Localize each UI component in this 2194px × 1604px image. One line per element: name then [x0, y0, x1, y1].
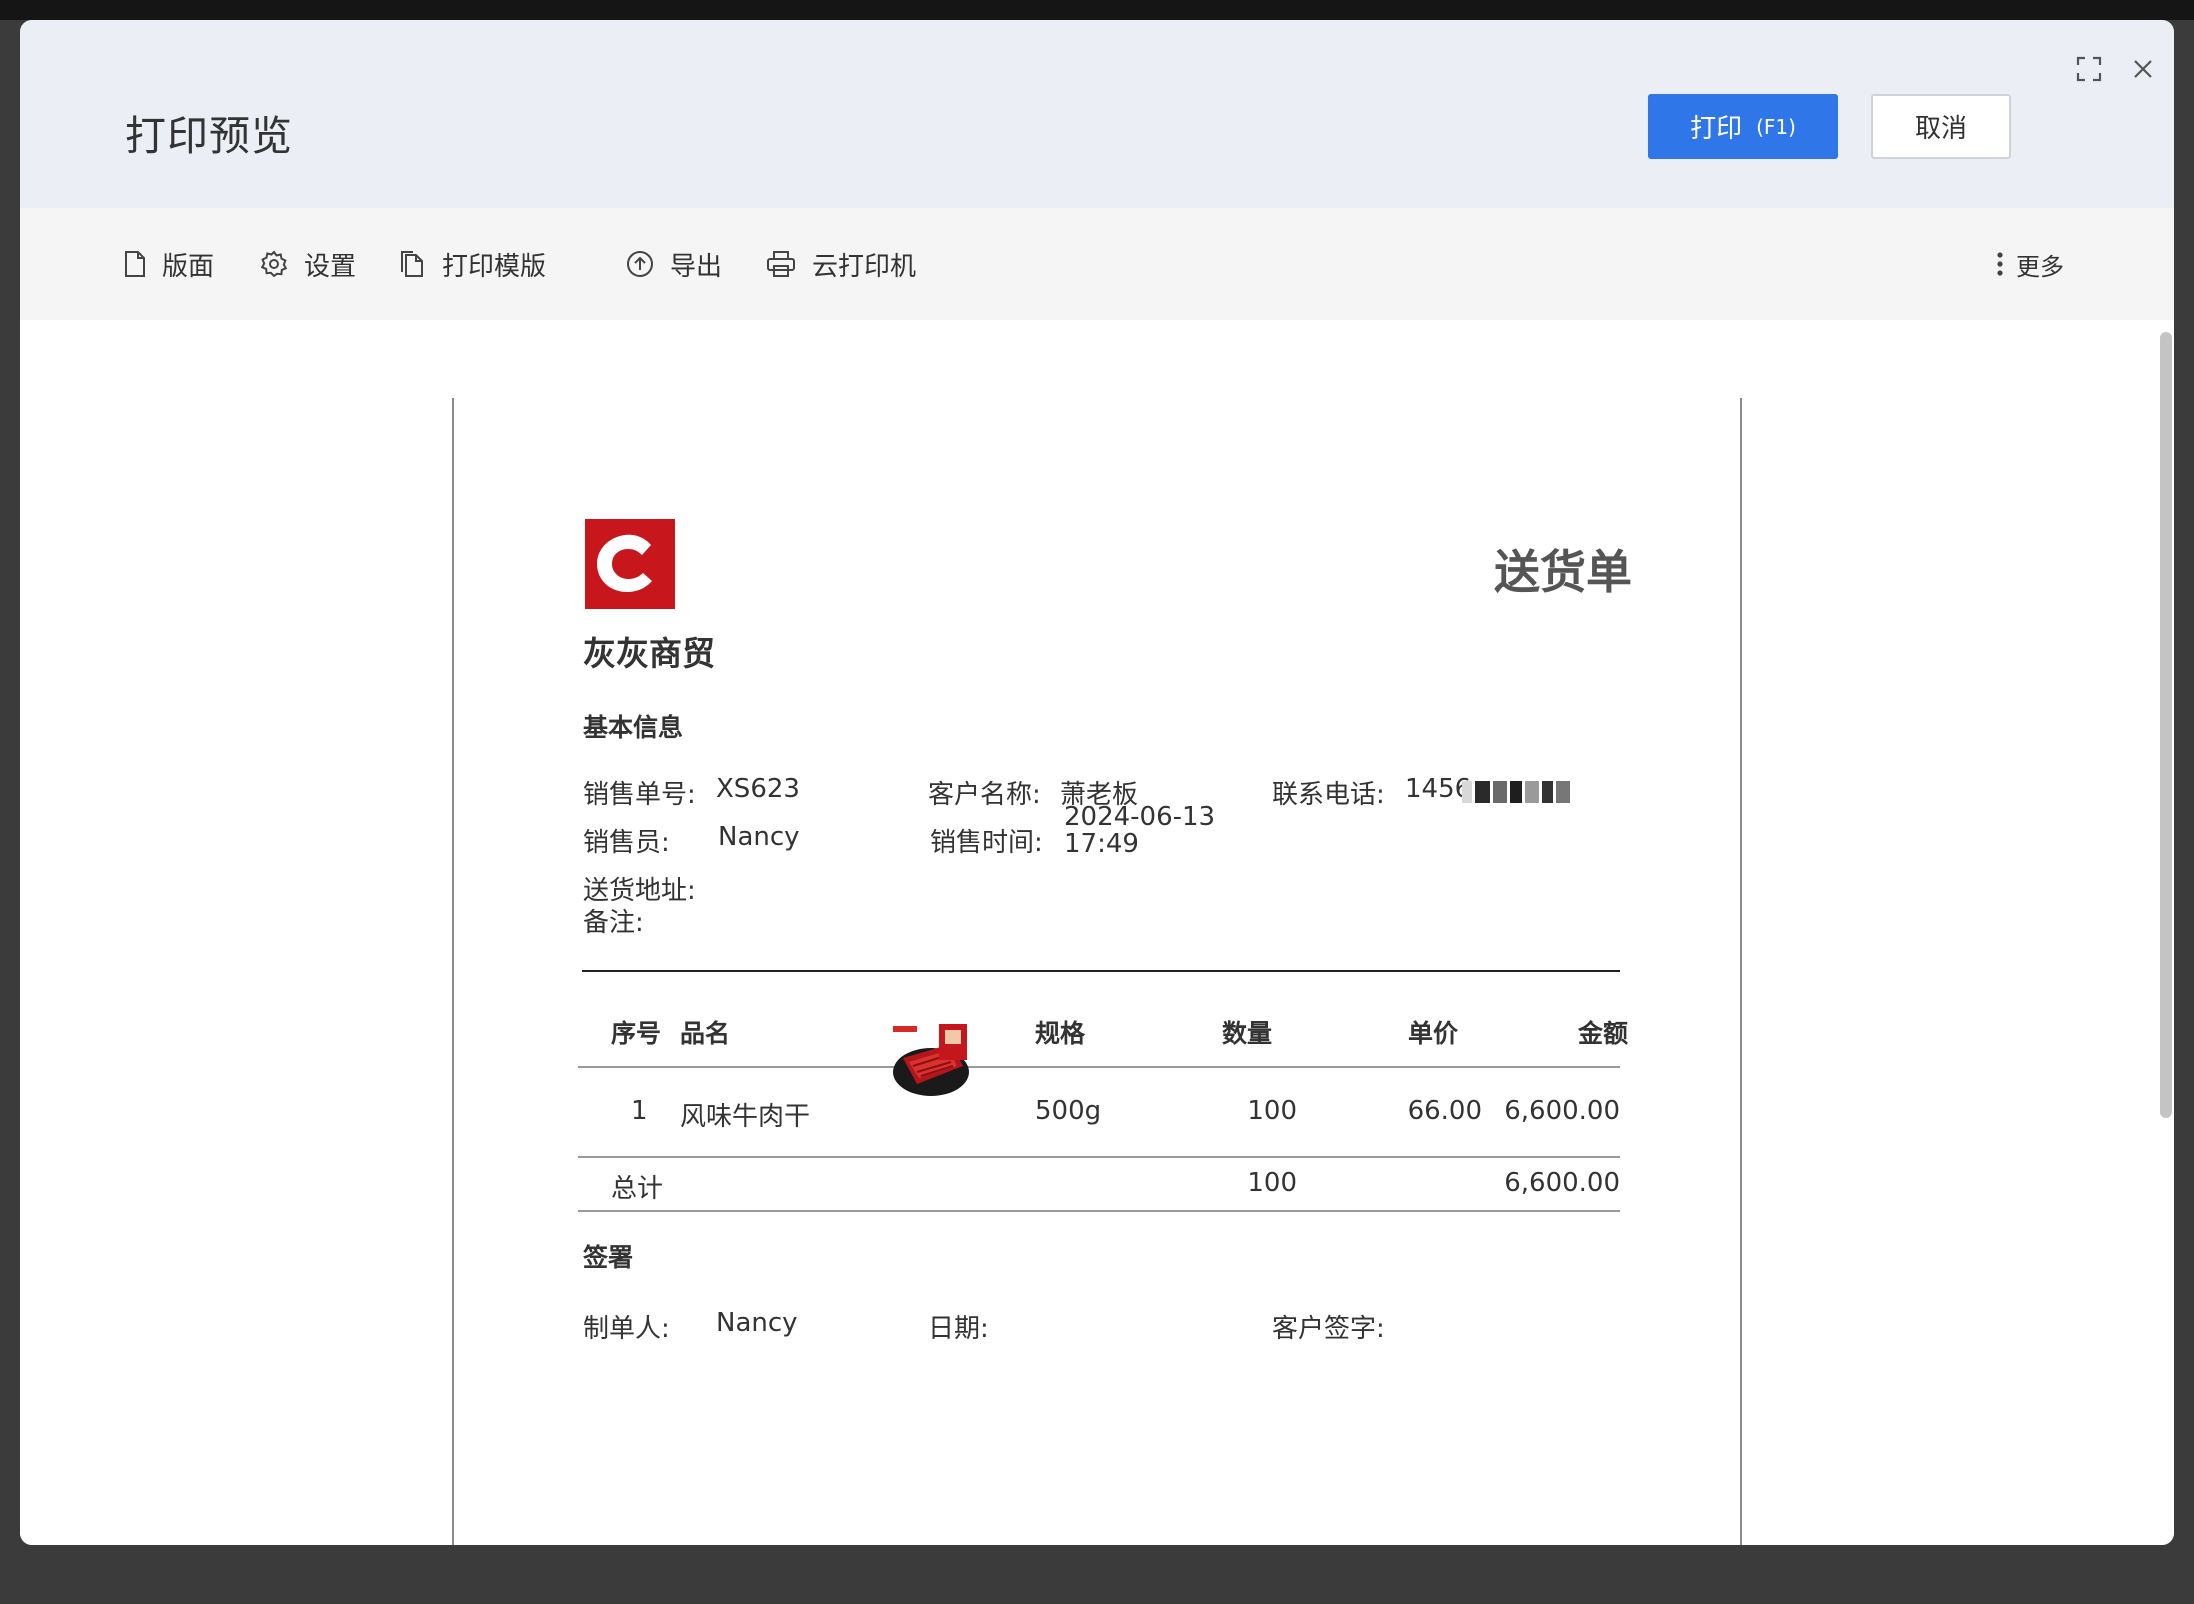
toolbar-template[interactable]: 打印模版	[398, 208, 546, 320]
section-divider	[582, 970, 1620, 972]
total-amount: 6,600.00	[1504, 1168, 1620, 1198]
sale-time-value: 2024-06-13 17:49	[1064, 804, 1215, 858]
total-qty: 100	[1247, 1168, 1297, 1198]
toolbar-export[interactable]: 导出	[626, 208, 722, 320]
toolbar-more[interactable]: 更多	[1996, 208, 2064, 320]
customer-sign-label: 客户签字:	[1272, 1314, 1385, 1344]
toolbar-export-label: 导出	[670, 251, 723, 282]
col-name-header: 品名	[680, 1019, 731, 1048]
document-page: 灰灰商贸 送货单 基本信息 销售单号: XS623 客户名称: 萧老板 联系电话…	[452, 398, 1742, 1545]
customer-label: 客户名称:	[928, 780, 1041, 810]
upload-icon	[627, 251, 653, 277]
table-bottom-divider	[578, 1210, 1620, 1212]
date-label: 日期:	[928, 1314, 989, 1344]
sale-time-label: 销售时间:	[930, 828, 1043, 858]
more-vertical-icon	[1997, 252, 2003, 276]
note-label: 备注:	[583, 908, 644, 938]
phone-label: 联系电话:	[1272, 780, 1385, 810]
toolbar-cloud-printer-label: 云打印机	[812, 251, 917, 282]
dialog-header: 打印预览 打印 (F1) 取消	[20, 20, 2174, 208]
basic-info-title: 基本信息	[583, 713, 684, 742]
col-qty-header: 数量	[1222, 1019, 1273, 1048]
document-title: 送货单	[1494, 545, 1632, 599]
print-preview-dialog: 打印预览 打印 (F1) 取消 版面 设置 打印模版 导出 云打印机 更多 灰灰…	[20, 20, 2174, 1545]
fullscreen-icon[interactable]	[2072, 52, 2106, 86]
row-amount: 6,600.00	[1504, 1096, 1620, 1126]
print-button[interactable]: 打印 (F1)	[1648, 94, 1838, 159]
row-index: 1	[631, 1096, 648, 1126]
close-icon[interactable]	[2126, 52, 2160, 86]
col-spec-header: 规格	[1035, 1019, 1086, 1048]
toolbar-template-label: 打印模版	[442, 251, 547, 282]
gear-icon	[260, 250, 288, 278]
page-icon	[125, 251, 145, 277]
preview-area[interactable]: 灰灰商贸 送货单 基本信息 销售单号: XS623 客户名称: 萧老板 联系电话…	[20, 320, 2174, 1545]
row-qty: 100	[1247, 1096, 1297, 1126]
print-shortcut: (F1)	[1756, 114, 1796, 139]
table-row-divider	[578, 1156, 1620, 1158]
printer-icon	[767, 251, 795, 277]
dialog-title: 打印预览	[125, 112, 293, 160]
template-icon	[401, 251, 423, 277]
toolbar-layout-label: 版面	[162, 251, 215, 282]
salesperson-value: Nancy	[718, 822, 800, 852]
table-header-divider	[578, 1066, 1620, 1068]
order-no-label: 销售单号:	[583, 780, 696, 810]
toolbar-settings[interactable]: 设置	[260, 208, 356, 320]
window-top-strip	[0, 0, 2194, 20]
maker-value: Nancy	[716, 1308, 798, 1338]
row-name: 风味牛肉干	[680, 1102, 811, 1132]
row-price: 66.00	[1407, 1096, 1482, 1126]
toolbar-layout[interactable]: 版面	[124, 208, 214, 320]
cancel-button[interactable]: 取消	[1871, 94, 2011, 159]
phone-redacted-block	[1462, 781, 1571, 803]
toolbar-cloud-printer[interactable]: 云打印机	[766, 208, 916, 320]
toolbar: 版面 设置 打印模版 导出 云打印机 更多	[20, 208, 2174, 320]
sale-clock: 17:49	[1064, 829, 1139, 859]
print-button-label: 打印	[1690, 114, 1743, 144]
toolbar-settings-label: 设置	[304, 251, 357, 282]
col-amount-header: 金额	[1578, 1019, 1629, 1048]
col-index-header: 序号	[611, 1019, 662, 1048]
sale-date: 2024-06-13	[1064, 802, 1216, 832]
company-logo	[585, 519, 675, 609]
total-label: 总计	[611, 1174, 664, 1204]
beef-jerky-product-image	[893, 1024, 969, 1096]
salesperson-label: 销售员:	[583, 828, 670, 858]
col-price-header: 单价	[1408, 1019, 1459, 1048]
maker-label: 制单人:	[583, 1314, 670, 1344]
signature-title: 签署	[583, 1243, 634, 1272]
row-spec: 500g	[1035, 1096, 1102, 1126]
company-name: 灰灰商贸	[583, 634, 715, 673]
toolbar-more-label: 更多	[2016, 252, 2064, 281]
order-no-value: XS623	[716, 774, 800, 804]
vertical-scrollbar[interactable]	[2160, 332, 2172, 1118]
